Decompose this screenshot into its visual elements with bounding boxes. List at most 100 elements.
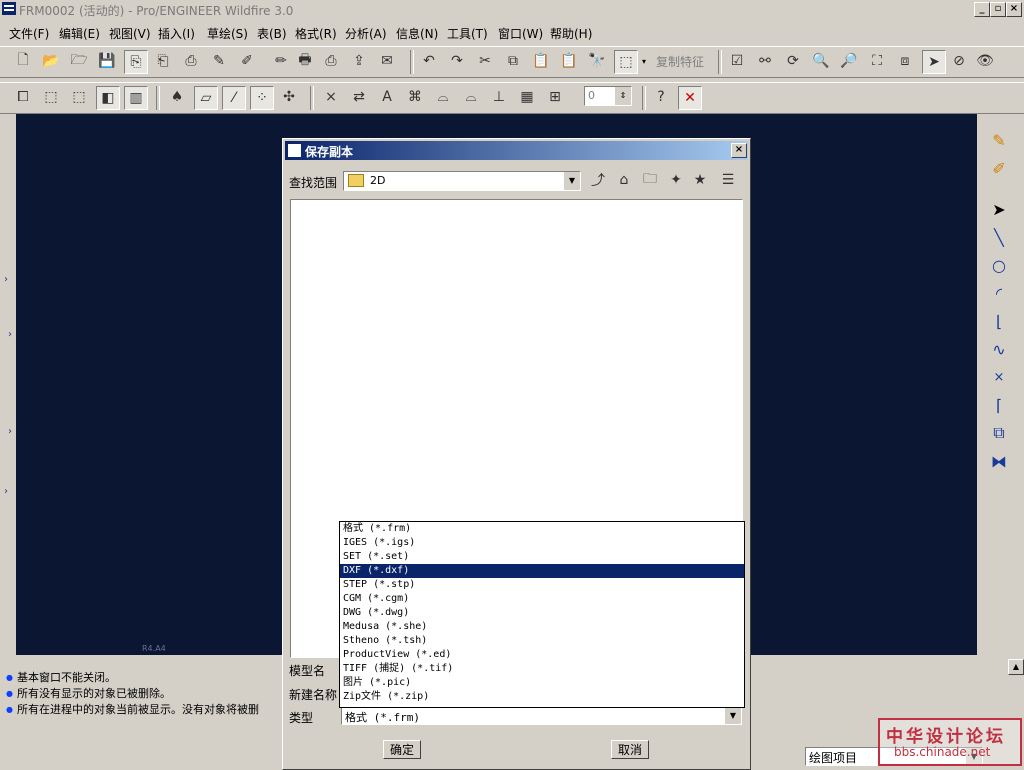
refit-icon[interactable]: ⛶ bbox=[866, 50, 888, 72]
table-icon[interactable]: ▦ bbox=[516, 86, 538, 108]
pencil-icon[interactable]: ✏ bbox=[270, 50, 292, 72]
favorites-icon[interactable]: ★ bbox=[689, 169, 711, 191]
hide-icon[interactable]: ⊘ bbox=[948, 50, 970, 72]
close-window-icon[interactable]: ✕ bbox=[678, 86, 702, 110]
view-list-icon[interactable]: ☰ bbox=[717, 169, 739, 191]
text-style-icon[interactable]: A bbox=[376, 86, 398, 108]
undo-icon[interactable]: ↶ bbox=[418, 50, 440, 72]
spade-icon[interactable]: ♠ bbox=[166, 86, 188, 108]
copy-feature-button[interactable]: 复制特征 bbox=[656, 53, 704, 70]
symbol-icon[interactable]: ⌘ bbox=[404, 86, 426, 108]
export-icon[interactable]: ⇪ bbox=[348, 50, 370, 72]
shading-icon[interactable]: ▥ bbox=[124, 86, 148, 110]
cross-icon[interactable]: × bbox=[320, 86, 342, 108]
type-option[interactable]: 格式 (*.frm) bbox=[340, 522, 744, 536]
datum-axis-display-icon[interactable]: ⁄ bbox=[222, 86, 246, 110]
select-pointer-icon[interactable]: ➤ bbox=[922, 50, 946, 74]
expand-arrow-icon[interactable]: › bbox=[4, 274, 8, 285]
datum-axis-icon[interactable]: ⚯ bbox=[754, 50, 776, 72]
print-preview-icon[interactable]: ⎙ bbox=[320, 50, 342, 72]
menu-info[interactable]: 信息(N) bbox=[396, 25, 438, 42]
print-icon[interactable]: 🖶 bbox=[294, 50, 316, 72]
find-icon[interactable]: 🔭 bbox=[586, 50, 608, 72]
surface-finish-alt-icon[interactable]: ⌓ bbox=[460, 86, 482, 108]
in-session-icon[interactable]: ✦ bbox=[665, 169, 687, 191]
new-file-icon[interactable]: 🗋 bbox=[12, 50, 34, 72]
type-option[interactable]: IGES (*.igs) bbox=[340, 536, 744, 550]
sheet-spinner[interactable]: 0 ⇕ bbox=[584, 86, 632, 106]
type-option[interactable]: Medusa (*.she) bbox=[340, 620, 744, 634]
delete-icon[interactable]: ✐ bbox=[236, 50, 258, 72]
navigator-strip[interactable]: › › › › bbox=[0, 114, 15, 655]
offset-edge-icon[interactable]: ⌈ bbox=[986, 393, 1012, 417]
expand-arrow-icon[interactable]: › bbox=[4, 486, 8, 497]
type-option[interactable]: 图片 (*.pic) bbox=[340, 676, 744, 690]
send-mail-icon[interactable]: ✉ bbox=[376, 50, 398, 72]
menu-format[interactable]: 格式(R) bbox=[295, 25, 337, 42]
restore-button[interactable]: ▫ bbox=[990, 2, 1006, 17]
select-box-icon[interactable]: ⬚ bbox=[614, 50, 638, 74]
menu-insert[interactable]: 插入(I) bbox=[158, 25, 195, 42]
open-folder-icon[interactable]: 📂 bbox=[40, 50, 62, 72]
update-icon[interactable]: ⇄ bbox=[348, 86, 370, 108]
working-dir-icon[interactable]: ⌂ bbox=[613, 169, 635, 191]
dropdown-arrow-icon[interactable]: ▾ bbox=[642, 57, 646, 66]
sketch-edit-icon[interactable]: ✐ bbox=[986, 156, 1012, 180]
zoom-in-icon[interactable]: 🔍 bbox=[810, 50, 832, 72]
circle-icon[interactable]: ○ bbox=[986, 253, 1012, 277]
repaint-icon[interactable]: ⧈ bbox=[894, 50, 916, 72]
cut-icon[interactable]: ✂ bbox=[474, 50, 496, 72]
paste-special-icon[interactable]: 📋 bbox=[558, 50, 580, 72]
menu-view[interactable]: 视图(V) bbox=[109, 25, 151, 42]
open-recent-icon[interactable]: 🗁 bbox=[68, 50, 90, 72]
spinner-arrows-icon[interactable]: ⇕ bbox=[614, 87, 631, 105]
up-folder-icon[interactable]: ⤴ bbox=[587, 169, 609, 191]
close-button[interactable]: × bbox=[1006, 2, 1022, 17]
line-icon[interactable]: ╲ bbox=[986, 225, 1012, 249]
datum-point-icon[interactable]: ⁘ bbox=[250, 86, 274, 110]
minimize-button[interactable]: _ bbox=[974, 2, 990, 17]
type-option[interactable]: Zip文件 (*.zip) bbox=[340, 690, 744, 704]
ok-button[interactable]: 确定 bbox=[383, 740, 421, 759]
scroll-up-icon[interactable]: ▲ bbox=[1008, 659, 1024, 675]
redo-icon[interactable]: ↷ bbox=[446, 50, 468, 72]
menu-sketch[interactable]: 草绘(S) bbox=[207, 25, 248, 42]
type-option[interactable]: TIFF (捕捉) (*.tif) bbox=[340, 662, 744, 676]
expand-arrow-icon[interactable]: › bbox=[8, 329, 12, 340]
select-arrow-icon[interactable]: ➤ bbox=[986, 197, 1012, 221]
table-repeat-icon[interactable]: ⊞ bbox=[544, 86, 566, 108]
type-select[interactable]: 格式 (*.frm) ▼ bbox=[341, 707, 742, 725]
type-option[interactable]: ProductView (*.ed) bbox=[340, 648, 744, 662]
dialog-close-button[interactable]: × bbox=[731, 143, 747, 158]
cancel-button[interactable]: 取消 bbox=[611, 740, 649, 759]
context-help-icon[interactable]: ? bbox=[650, 86, 672, 108]
wireframe-icon[interactable]: ⬚ bbox=[40, 86, 62, 108]
look-in-select[interactable]: 2D ▼ bbox=[343, 171, 581, 191]
erase-icon[interactable]: ✎ bbox=[208, 50, 230, 72]
chevron-down-icon[interactable]: ▼ bbox=[563, 172, 580, 190]
menu-analysis[interactable]: 分析(A) bbox=[345, 25, 387, 42]
sketch-tools-icon[interactable]: ✎ bbox=[986, 128, 1012, 152]
regenerate-icon[interactable]: ☑ bbox=[726, 50, 748, 72]
datum-plane-icon[interactable]: ▱ bbox=[194, 86, 218, 110]
type-option[interactable]: DWG (*.dwg) bbox=[340, 606, 744, 620]
menu-help[interactable]: 帮助(H) bbox=[550, 25, 592, 42]
arc-icon[interactable]: ◜ bbox=[986, 281, 1012, 305]
type-option-selected[interactable]: DXF (*.dxf) bbox=[340, 564, 744, 578]
view-box-icon[interactable]: ⧠ bbox=[12, 86, 34, 108]
point-icon[interactable]: × bbox=[986, 365, 1012, 389]
menu-window[interactable]: 窗口(W) bbox=[498, 25, 543, 42]
menu-file[interactable]: 文件(F) bbox=[9, 25, 49, 42]
surface-finish-icon[interactable]: ⌓ bbox=[432, 86, 454, 108]
spin-center-icon[interactable]: ⟳ bbox=[782, 50, 804, 72]
rename-icon[interactable]: ⎙ bbox=[180, 50, 202, 72]
mirror-icon[interactable]: ⧓ bbox=[986, 449, 1012, 473]
menu-edit[interactable]: 编辑(E) bbox=[59, 25, 100, 42]
menu-tools[interactable]: 工具(T) bbox=[447, 25, 488, 42]
coordinate-system-icon[interactable]: ✣ bbox=[278, 86, 300, 108]
type-option[interactable]: STEP (*.stp) bbox=[340, 578, 744, 592]
chevron-down-icon[interactable]: ▼ bbox=[724, 708, 741, 724]
save-copy-icon[interactable]: ⎘ bbox=[124, 50, 148, 74]
use-edge-icon[interactable]: ⧉ bbox=[986, 421, 1012, 445]
zoom-out-icon[interactable]: 🔎 bbox=[838, 50, 860, 72]
